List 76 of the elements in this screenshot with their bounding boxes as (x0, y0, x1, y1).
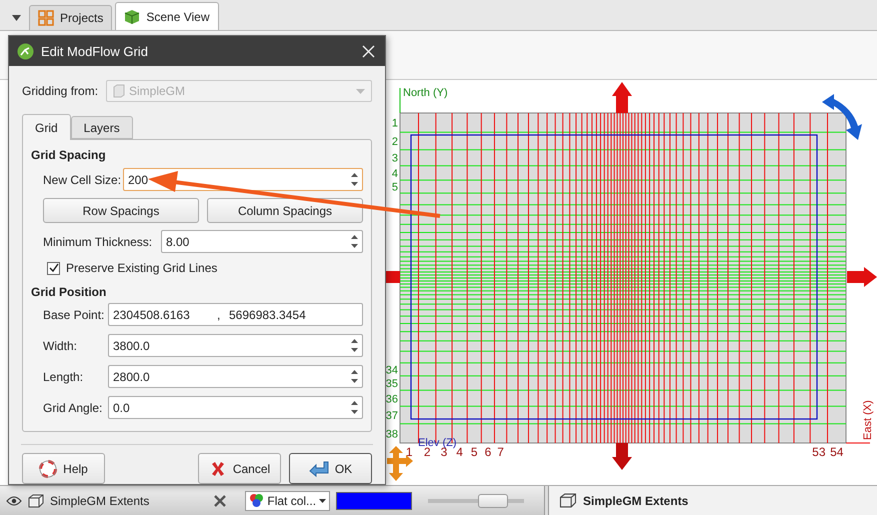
field-label: Width: (43, 338, 78, 352)
box-icon (559, 493, 577, 508)
thickness-field[interactable]: 8.00 (161, 230, 363, 253)
colour-circles-icon (249, 493, 264, 508)
colour-swatch[interactable] (336, 492, 412, 510)
north-axis-label: North (Y) (403, 87, 448, 99)
row-number: 34 (386, 364, 398, 376)
section-heading: Grid Spacing (31, 148, 107, 162)
model-icon (113, 84, 125, 98)
spinner-icon[interactable] (350, 368, 359, 385)
east-axis-label: East (X) (862, 400, 874, 440)
spinner-icon[interactable] (350, 171, 359, 188)
column-number: 4 (456, 445, 463, 459)
base-point-field[interactable]: 2304508.6163 , 5696983.3454 (108, 303, 363, 326)
checkbox-label: Preserve Existing Grid Lines (66, 261, 218, 275)
slider-thumb[interactable] (478, 494, 508, 508)
left-arrow-handle[interactable] (386, 271, 400, 283)
column-number: 54 (830, 445, 844, 459)
app-logo-icon (17, 42, 34, 60)
spacing-button[interactable]: Column Spacings (207, 198, 363, 223)
dialog-title: Edit ModFlow Grid (41, 44, 148, 58)
column-number: 1 (406, 445, 413, 459)
field-label: Length: (43, 370, 84, 384)
right-arrow-handle[interactable] (847, 267, 877, 287)
spinner-icon[interactable] (350, 399, 359, 416)
view-tab[interactable]: Scene View (115, 2, 219, 30)
caret-icon (319, 498, 326, 502)
section-heading: Grid Position (31, 285, 108, 299)
dialog-tab[interactable]: Grid (22, 114, 71, 140)
row-number: 2 (392, 136, 398, 148)
close-button[interactable] (360, 44, 377, 58)
move-cross-handle[interactable] (387, 446, 413, 481)
dialog-tab[interactable]: Layers (70, 116, 133, 139)
field-label: Gridding from: (22, 84, 100, 98)
field-label: Grid Angle: (43, 400, 104, 414)
close-icon[interactable] (213, 494, 228, 508)
column-number: 6 (484, 445, 492, 459)
cell-size-field[interactable]: 200 (123, 168, 363, 191)
spinner-icon[interactable] (350, 233, 359, 250)
spacing-button[interactable]: Row Spacings (43, 198, 199, 223)
cube-icon (124, 8, 140, 24)
view-tab[interactable]: Projects (29, 5, 112, 30)
help-button[interactable]: Help (22, 453, 105, 484)
row-number: 1 (392, 118, 398, 130)
properties-title: SimpleGM Extents (583, 494, 688, 508)
number-field[interactable]: 0.0 (108, 396, 363, 419)
field-label: New Cell Size: (43, 172, 122, 186)
row-number: 38 (386, 428, 398, 440)
colour-style-dropdown[interactable]: Flat col... (245, 490, 330, 510)
layer-name: SimpleGM Extents (50, 494, 150, 508)
rotate-arrow-handle[interactable] (822, 94, 862, 140)
grid-icon (38, 10, 54, 26)
number-field[interactable]: 3800.0 (108, 334, 363, 357)
cancel-button[interactable]: Cancel (198, 453, 281, 484)
row-number: 35 (386, 378, 398, 390)
up-arrow-handle[interactable] (612, 82, 632, 113)
lifebuoy-icon (39, 460, 58, 478)
down-arrow-handle[interactable] (612, 443, 632, 470)
spinner-icon[interactable] (350, 337, 359, 354)
return-arrow-icon (308, 460, 329, 478)
row-number: 4 (392, 168, 398, 180)
number-field[interactable]: 2800.0 (108, 365, 363, 388)
ok-button[interactable]: OK (289, 453, 372, 484)
field-label: Base Point: (43, 308, 106, 322)
eye-icon[interactable] (6, 496, 22, 506)
checkbox[interactable] (47, 262, 60, 274)
caret-icon (356, 88, 365, 94)
column-number: 7 (497, 445, 504, 459)
row-number: 5 (392, 182, 398, 194)
row-number: 37 (386, 410, 398, 422)
row-number: 36 (386, 393, 398, 406)
field-label: Minimum Thickness: (43, 234, 154, 248)
box-icon (28, 494, 44, 508)
column-number: 53 (812, 445, 826, 459)
row-number: 3 (392, 152, 398, 165)
column-number: 5 (470, 445, 478, 459)
